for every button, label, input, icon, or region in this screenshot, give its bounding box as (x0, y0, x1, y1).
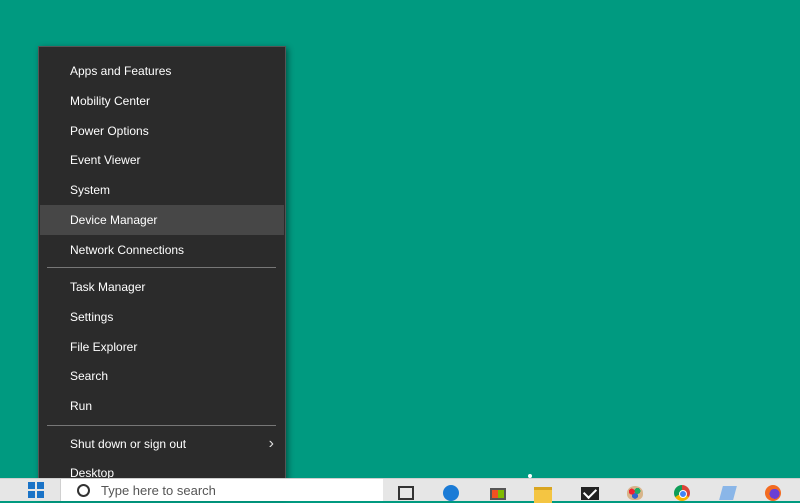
taskbar-search-box[interactable]: Type here to search (60, 479, 383, 501)
menu-item-label: Shut down or sign out (70, 437, 187, 451)
notepad-icon[interactable] (718, 482, 738, 500)
menu-item-label: Mobility Center (70, 94, 151, 108)
windows-logo-icon (28, 482, 46, 498)
menu-item-settings[interactable]: Settings (40, 302, 284, 332)
edge-icon[interactable] (442, 482, 462, 501)
taskbar: Type here to search (0, 478, 800, 503)
menu-item-label: Network Connections (70, 243, 185, 257)
mail-icon[interactable] (580, 482, 600, 500)
task-view-icon[interactable] (396, 482, 416, 500)
menu-item-label: Task Manager (70, 280, 146, 294)
menu-separator (47, 267, 276, 268)
winx-context-menu: Apps and Features Mobility Center Power … (38, 46, 286, 496)
menu-item-system[interactable]: System (40, 175, 284, 205)
firefox-icon[interactable] (764, 482, 784, 501)
paint-icon[interactable] (626, 482, 646, 500)
menu-item-power-options[interactable]: Power Options (40, 116, 284, 146)
chevron-right-icon: › (268, 435, 274, 452)
menu-item-label: Settings (70, 310, 114, 324)
menu-item-label: Event Viewer (70, 153, 141, 167)
menu-item-search[interactable]: Search (40, 361, 284, 391)
menu-item-mobility-center[interactable]: Mobility Center (40, 86, 284, 116)
menu-item-label: File Explorer (70, 340, 138, 354)
file-explorer-icon[interactable] (533, 482, 553, 503)
menu-item-task-manager[interactable]: Task Manager (40, 272, 284, 302)
search-icon (77, 484, 90, 497)
store-icon[interactable] (488, 482, 508, 500)
menu-item-event-viewer[interactable]: Event Viewer (40, 145, 284, 175)
menu-item-file-explorer[interactable]: File Explorer (40, 332, 284, 362)
menu-item-label: Power Options (70, 124, 149, 138)
menu-item-apps-and-features[interactable]: Apps and Features (40, 56, 284, 86)
menu-item-shut-down-or-sign-out[interactable]: Shut down or sign out › (40, 429, 284, 459)
menu-item-label: Search (70, 369, 109, 383)
menu-item-label: Run (70, 399, 93, 413)
menu-separator (47, 425, 276, 426)
start-button[interactable] (28, 482, 46, 500)
menu-item-label: Device Manager (70, 213, 158, 227)
menu-item-label: Apps and Features (70, 64, 172, 78)
menu-item-label: System (70, 183, 111, 197)
menu-item-device-manager[interactable]: Device Manager (40, 205, 284, 235)
search-placeholder: Type here to search (101, 483, 216, 498)
menu-item-run[interactable]: Run (40, 391, 284, 421)
chrome-icon[interactable] (673, 482, 693, 501)
menu-item-network-connections[interactable]: Network Connections (40, 235, 284, 265)
